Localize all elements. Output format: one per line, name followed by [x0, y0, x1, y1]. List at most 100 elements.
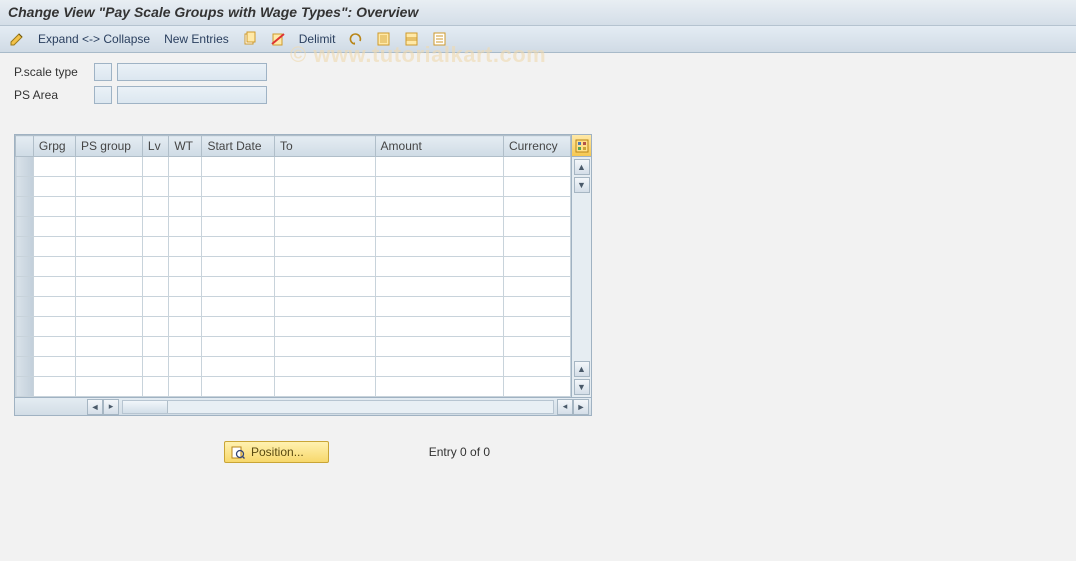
table-row[interactable]	[16, 337, 571, 357]
cell[interactable]	[75, 197, 142, 217]
cell[interactable]	[142, 197, 168, 217]
cell[interactable]	[33, 237, 75, 257]
cell[interactable]	[202, 317, 275, 337]
cell[interactable]	[503, 217, 570, 237]
scroll-left-icon[interactable]: ▸	[103, 399, 119, 415]
cell[interactable]	[169, 377, 202, 397]
cell[interactable]	[142, 337, 168, 357]
cell[interactable]	[75, 237, 142, 257]
ps-area-input[interactable]	[117, 86, 267, 104]
pscale-type-short-input[interactable]	[94, 63, 112, 81]
cell[interactable]	[142, 257, 168, 277]
cell[interactable]	[503, 317, 570, 337]
scroll-down-icon[interactable]: ▼	[574, 177, 590, 193]
cell[interactable]	[503, 257, 570, 277]
cell[interactable]	[275, 377, 375, 397]
cell[interactable]	[33, 197, 75, 217]
cell[interactable]	[375, 337, 503, 357]
cell[interactable]	[375, 257, 503, 277]
copy-icon[interactable]	[241, 30, 259, 48]
cell[interactable]	[169, 297, 202, 317]
row-selector[interactable]	[16, 217, 34, 237]
cell[interactable]	[33, 177, 75, 197]
cell[interactable]	[275, 157, 375, 177]
cell[interactable]	[375, 317, 503, 337]
cell[interactable]	[503, 177, 570, 197]
cell[interactable]	[75, 297, 142, 317]
scroll-right-icon[interactable]: ◂	[557, 399, 573, 415]
row-selector-header[interactable]	[16, 136, 34, 157]
cell[interactable]	[375, 297, 503, 317]
cell[interactable]	[503, 157, 570, 177]
row-selector[interactable]	[16, 177, 34, 197]
cell[interactable]	[169, 257, 202, 277]
cell[interactable]	[142, 237, 168, 257]
vertical-scrollbar[interactable]: ▲ ▼ ▲ ▼	[572, 157, 591, 397]
cell[interactable]	[142, 317, 168, 337]
cell[interactable]	[75, 217, 142, 237]
table-row[interactable]	[16, 157, 571, 177]
column-header[interactable]: Grpg	[33, 136, 75, 157]
row-selector[interactable]	[16, 377, 34, 397]
cell[interactable]	[275, 257, 375, 277]
horizontal-scrollbar[interactable]: ◄ ▸ ◂ ►	[14, 398, 592, 416]
table-row[interactable]	[16, 297, 571, 317]
cell[interactable]	[169, 197, 202, 217]
table-row[interactable]	[16, 257, 571, 277]
row-selector[interactable]	[16, 337, 34, 357]
row-selector[interactable]	[16, 257, 34, 277]
column-header[interactable]: Currency	[503, 136, 570, 157]
column-header[interactable]: Start Date	[202, 136, 275, 157]
row-selector[interactable]	[16, 357, 34, 377]
cell[interactable]	[202, 257, 275, 277]
cell[interactable]	[33, 357, 75, 377]
delimit-button[interactable]: Delimit	[297, 30, 338, 48]
cell[interactable]	[169, 277, 202, 297]
cell[interactable]	[75, 177, 142, 197]
table-row[interactable]	[16, 317, 571, 337]
cell[interactable]	[202, 377, 275, 397]
column-header[interactable]: Amount	[375, 136, 503, 157]
cell[interactable]	[169, 157, 202, 177]
row-selector[interactable]	[16, 297, 34, 317]
cell[interactable]	[275, 337, 375, 357]
cell[interactable]	[202, 157, 275, 177]
cell[interactable]	[202, 197, 275, 217]
cell[interactable]	[375, 357, 503, 377]
expand-collapse-button[interactable]: Expand <-> Collapse	[36, 30, 152, 48]
select-block-icon[interactable]	[403, 30, 421, 48]
scroll-right-end-icon[interactable]: ►	[573, 399, 589, 415]
scroll-left-start-icon[interactable]: ◄	[87, 399, 103, 415]
cell[interactable]	[275, 237, 375, 257]
pscale-type-input[interactable]	[117, 63, 267, 81]
cell[interactable]	[375, 177, 503, 197]
cell[interactable]	[33, 337, 75, 357]
cell[interactable]	[75, 357, 142, 377]
cell[interactable]	[275, 357, 375, 377]
cell[interactable]	[202, 217, 275, 237]
cell[interactable]	[142, 277, 168, 297]
cell[interactable]	[142, 177, 168, 197]
table-row[interactable]	[16, 377, 571, 397]
cell[interactable]	[202, 337, 275, 357]
delete-icon[interactable]	[269, 30, 287, 48]
row-selector[interactable]	[16, 277, 34, 297]
cell[interactable]	[275, 217, 375, 237]
cell[interactable]	[202, 277, 275, 297]
cell[interactable]	[75, 337, 142, 357]
cell[interactable]	[275, 277, 375, 297]
change-icon[interactable]	[8, 30, 26, 48]
column-header[interactable]: To	[275, 136, 375, 157]
column-header[interactable]: WT	[169, 136, 202, 157]
table-row[interactable]	[16, 237, 571, 257]
cell[interactable]	[202, 357, 275, 377]
cell[interactable]	[275, 197, 375, 217]
cell[interactable]	[375, 157, 503, 177]
cell[interactable]	[169, 317, 202, 337]
ps-area-short-input[interactable]	[94, 86, 112, 104]
cell[interactable]	[503, 197, 570, 217]
row-selector[interactable]	[16, 157, 34, 177]
column-header[interactable]: PS group	[75, 136, 142, 157]
cell[interactable]	[202, 297, 275, 317]
cell[interactable]	[202, 237, 275, 257]
